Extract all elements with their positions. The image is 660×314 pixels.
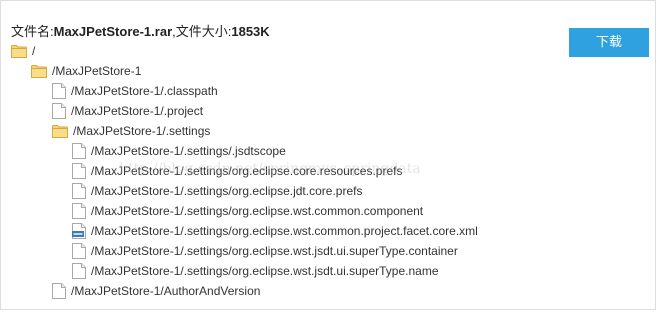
tree-item-label: /MaxJPetStore-1/.settings/org.eclipse.ws… — [91, 204, 424, 218]
file-size-label: ,文件大小: — [172, 24, 232, 39]
tree-item-file[interactable]: /MaxJPetStore-1/.settings/org.eclipse.co… — [72, 162, 402, 180]
tree-item-file[interactable]: /MaxJPetStore-1/.project — [52, 102, 203, 120]
tree-item-label: /MaxJPetStore-1/.classpath — [71, 84, 218, 98]
file-icon — [72, 243, 86, 259]
tree-item-label: /MaxJPetStore-1/.settings/org.eclipse.ws… — [91, 264, 439, 278]
tree-item-label: /MaxJPetStore-1/AuthorAndVersion — [71, 284, 261, 298]
tree-item-label: /MaxJPetStore-1/.settings/org.eclipse.co… — [91, 164, 403, 178]
tree-item-xml-file[interactable]: /MaxJPetStore-1/.settings/org.eclipse.ws… — [72, 222, 478, 240]
tree-item-project-folder[interactable]: /MaxJPetStore-1 — [31, 62, 141, 80]
tree-item-label: /MaxJPetStore-1/.project — [71, 104, 204, 118]
file-icon — [52, 103, 66, 119]
file-icon — [52, 283, 66, 299]
file-icon — [52, 83, 66, 99]
tree-item-label: /MaxJPetStore-1/.settings/org.eclipse.ws… — [91, 244, 458, 258]
tree-item-label: / — [32, 44, 36, 58]
file-preview-panel: 文件名:MaxJPetStore-1.rar,文件大小:1853K 下载 / /… — [0, 0, 656, 310]
tree-item-file[interactable]: /MaxJPetStore-1/.settings/org.eclipse.jd… — [72, 182, 362, 200]
tree-item-file[interactable]: /MaxJPetStore-1/.settings/.jsdtscope — [72, 142, 286, 160]
file-name-label: 文件名: — [11, 24, 54, 39]
file-size: 1853K — [231, 24, 270, 39]
tree-item-root[interactable]: / — [11, 42, 35, 60]
download-button[interactable]: 下载 — [569, 28, 649, 57]
tree-item-file[interactable]: /MaxJPetStore-1/.classpath — [52, 82, 218, 100]
file-icon — [72, 203, 86, 219]
tree-item-settings-folder[interactable]: /MaxJPetStore-1/.settings — [52, 122, 210, 140]
file-icon — [72, 163, 86, 179]
file-icon — [72, 143, 86, 159]
folder-icon — [52, 124, 68, 138]
tree-item-file[interactable]: /MaxJPetStore-1/.settings/org.eclipse.ws… — [72, 202, 423, 220]
file-icon — [72, 263, 86, 279]
tree-item-label: /MaxJPetStore-1/.settings/org.eclipse.ws… — [91, 224, 478, 238]
folder-icon — [11, 44, 27, 58]
file-icon — [72, 183, 86, 199]
file-info-header: 文件名:MaxJPetStore-1.rar,文件大小:1853K — [11, 23, 270, 41]
tree-item-label: /MaxJPetStore-1/.settings/org.eclipse.jd… — [91, 184, 363, 198]
file-name: MaxJPetStore-1.rar — [53, 24, 173, 39]
tree-item-file[interactable]: /MaxJPetStore-1/AuthorAndVersion — [52, 282, 260, 300]
folder-icon — [31, 64, 47, 78]
xml-file-icon — [72, 223, 86, 239]
tree-item-file[interactable]: /MaxJPetStore-1/.settings/org.eclipse.ws… — [72, 262, 439, 280]
tree-item-label: /MaxJPetStore-1/.settings — [73, 124, 211, 138]
tree-item-file[interactable]: /MaxJPetStore-1/.settings/org.eclipse.ws… — [72, 242, 458, 260]
tree-item-label: /MaxJPetStore-1/.settings/.jsdtscope — [91, 144, 286, 158]
tree-item-label: /MaxJPetStore-1 — [52, 64, 142, 78]
